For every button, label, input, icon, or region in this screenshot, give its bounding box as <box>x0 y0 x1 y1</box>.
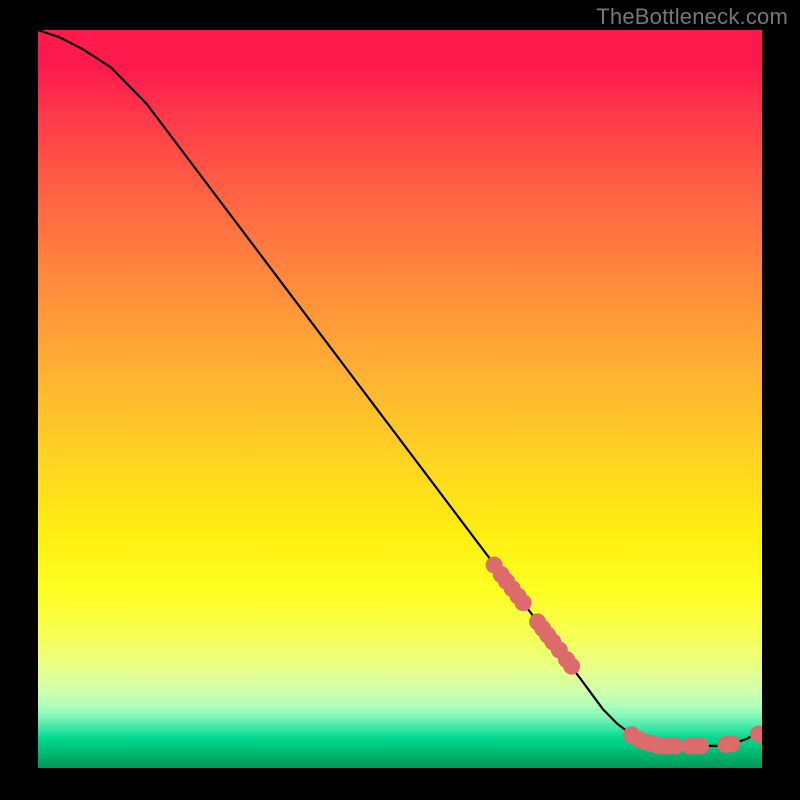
chart-plot-area <box>38 30 762 768</box>
data-point <box>515 594 532 611</box>
data-point <box>563 658 580 675</box>
attribution-text: TheBottleneck.com <box>596 4 788 30</box>
chart-curve <box>38 30 762 746</box>
data-point <box>750 726 762 743</box>
data-point <box>692 737 709 754</box>
chart-data-points <box>486 557 762 755</box>
data-point <box>667 737 684 754</box>
data-point <box>723 735 740 752</box>
chart-svg <box>38 30 762 768</box>
